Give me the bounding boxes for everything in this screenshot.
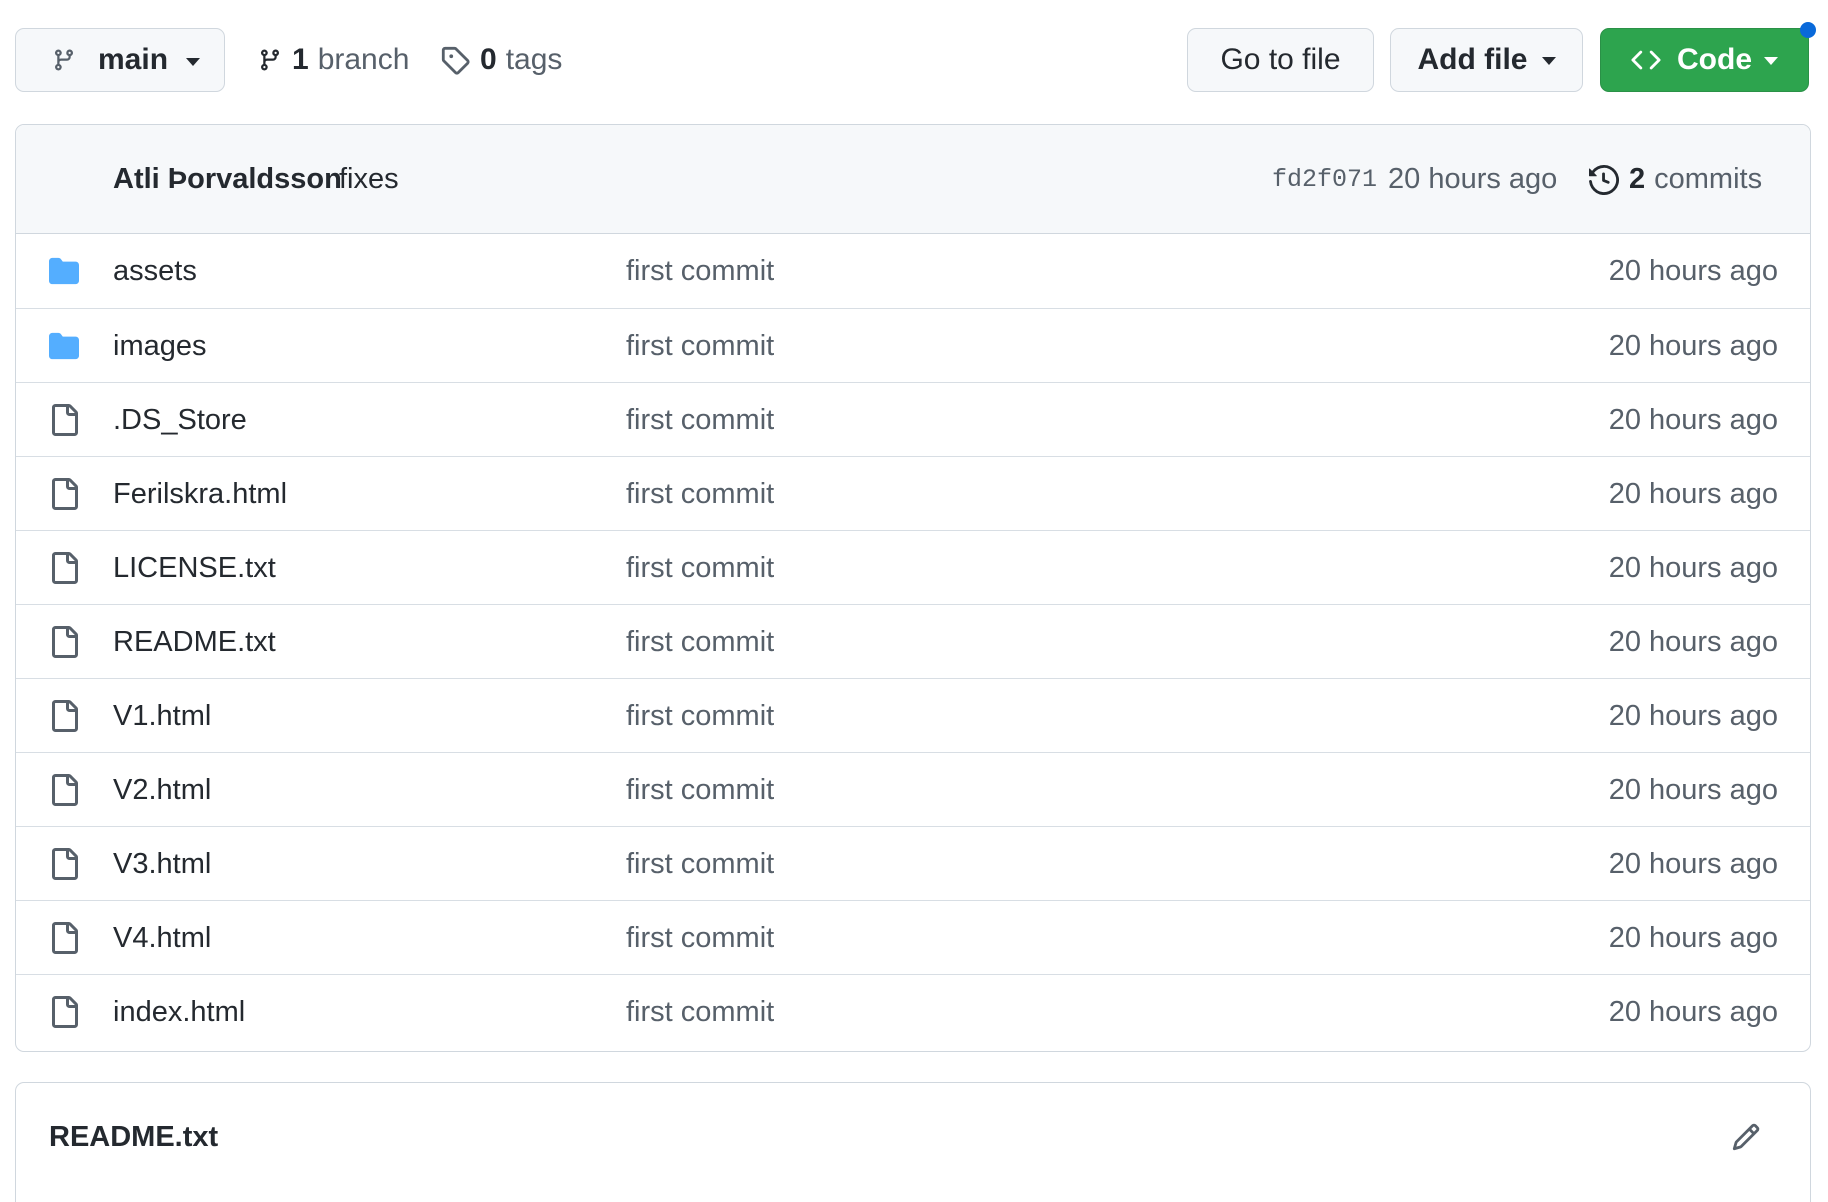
branches-link[interactable]: 1 branch	[258, 28, 409, 92]
file-icon	[48, 753, 80, 827]
file-icon	[48, 605, 80, 679]
commit-time: 20 hours ago	[1388, 163, 1558, 195]
file-icon	[48, 383, 80, 457]
file-icon	[48, 827, 80, 901]
branch-name: main	[98, 43, 169, 76]
file-commit-message-link[interactable]: first commit	[626, 605, 774, 679]
pencil-icon[interactable]	[1728, 1119, 1764, 1155]
history-icon	[1589, 164, 1619, 195]
code-button[interactable]: Code	[1600, 28, 1809, 92]
file-list-box: Atli Þorvaldsson fixes fd2f071 20 hours …	[15, 124, 1811, 1052]
file-commit-message-link[interactable]: first commit	[626, 531, 774, 605]
file-name-link[interactable]: LICENSE.txt	[113, 531, 276, 605]
file-commit-time: 20 hours ago	[1608, 847, 1778, 880]
file-commit-time: 20 hours ago	[1608, 625, 1778, 658]
file-commit-time: 20 hours ago	[1608, 995, 1778, 1028]
file-row[interactable]: V2.html first commit 20 hours ago	[16, 752, 1810, 826]
code-icon	[1631, 45, 1661, 75]
file-commit-message-link[interactable]: first commit	[626, 975, 774, 1049]
file-row[interactable]: index.html first commit 20 hours ago	[16, 974, 1810, 1048]
file-commit-time: 20 hours ago	[1608, 773, 1778, 806]
file-name-link[interactable]: .DS_Store	[113, 383, 247, 457]
file-name-link[interactable]: V3.html	[113, 827, 211, 901]
branch-count: 1	[292, 43, 309, 76]
file-commit-message-link[interactable]: first commit	[626, 234, 774, 308]
file-commit-time: 20 hours ago	[1608, 254, 1778, 287]
file-commit-message-link[interactable]: first commit	[626, 383, 774, 457]
file-row[interactable]: images first commit 20 hours ago	[16, 308, 1810, 382]
folder-icon	[48, 234, 80, 308]
file-rows: assets first commit 20 hours ago images firs…	[16, 234, 1810, 1048]
folder-icon	[48, 309, 80, 383]
tags-link[interactable]: 0 tags	[440, 28, 562, 92]
file-commit-message-link[interactable]: first commit	[626, 827, 774, 901]
tag-count-label: tags	[505, 43, 563, 76]
chevron-down-icon	[186, 58, 201, 66]
file-commit-message-link[interactable]: first commit	[626, 753, 774, 827]
file-row[interactable]: V1.html first commit 20 hours ago	[16, 678, 1810, 752]
file-commit-time: 20 hours ago	[1608, 329, 1778, 362]
repo-view: main 1 branch 0 tags Go to file Add file	[0, 0, 1828, 1202]
git-branch-icon	[52, 46, 76, 74]
go-to-file-label: Go to file	[1220, 43, 1341, 76]
tag-count: 0	[480, 43, 497, 76]
file-commit-time: 20 hours ago	[1608, 699, 1778, 732]
chevron-down-icon	[1764, 57, 1778, 65]
commit-message-link[interactable]: fixes	[339, 125, 399, 234]
file-icon	[48, 975, 80, 1049]
file-commit-message-link[interactable]: first commit	[626, 457, 774, 531]
file-name-link[interactable]: V4.html	[113, 901, 211, 975]
code-label: Code	[1677, 43, 1752, 76]
go-to-file-button[interactable]: Go to file	[1187, 28, 1374, 92]
commits-link[interactable]: 2 commits	[1589, 125, 1762, 234]
file-icon	[48, 679, 80, 753]
file-commit-time: 20 hours ago	[1608, 403, 1778, 436]
file-icon	[48, 457, 80, 531]
tag-icon	[440, 45, 470, 75]
file-row[interactable]: assets first commit 20 hours ago	[16, 234, 1810, 308]
file-name-link[interactable]: V2.html	[113, 753, 211, 827]
file-name-link[interactable]: Ferilskra.html	[113, 457, 287, 531]
file-commit-message-link[interactable]: first commit	[626, 309, 774, 383]
file-row[interactable]: Ferilskra.html first commit 20 hours ago	[16, 456, 1810, 530]
file-commit-time: 20 hours ago	[1608, 551, 1778, 584]
commits-label: commits	[1654, 163, 1763, 195]
file-commit-time: 20 hours ago	[1608, 921, 1778, 954]
file-name-link[interactable]: images	[113, 309, 207, 383]
file-name-link[interactable]: assets	[113, 234, 197, 308]
notification-dot	[1800, 22, 1816, 38]
file-row[interactable]: .DS_Store first commit 20 hours ago	[16, 382, 1810, 456]
file-row[interactable]: V3.html first commit 20 hours ago	[16, 826, 1810, 900]
latest-commit-bar: Atli Þorvaldsson fixes fd2f071 20 hours …	[16, 125, 1810, 234]
readme-title: README.txt	[49, 1121, 219, 1153]
add-file-button[interactable]: Add file	[1390, 28, 1583, 92]
file-name-link[interactable]: README.txt	[113, 605, 276, 679]
chevron-down-icon	[1541, 57, 1556, 65]
branch-count-label: branch	[317, 43, 410, 76]
commit-author-link[interactable]: Atli Þorvaldsson	[113, 125, 342, 234]
file-name-link[interactable]: index.html	[113, 975, 245, 1049]
file-icon	[48, 901, 80, 975]
commits-count: 2	[1629, 163, 1646, 195]
readme-box: README.txt	[15, 1082, 1811, 1202]
file-icon	[48, 531, 80, 605]
file-name-link[interactable]: V1.html	[113, 679, 211, 753]
file-row[interactable]: V4.html first commit 20 hours ago	[16, 900, 1810, 974]
file-commit-time: 20 hours ago	[1608, 477, 1778, 510]
branch-select-button[interactable]: main	[15, 28, 225, 92]
repo-toolbar: main 1 branch 0 tags Go to file Add file	[0, 0, 1828, 120]
file-commit-message-link[interactable]: first commit	[626, 901, 774, 975]
file-row[interactable]: README.txt first commit 20 hours ago	[16, 604, 1810, 678]
file-row[interactable]: LICENSE.txt first commit 20 hours ago	[16, 530, 1810, 604]
add-file-label: Add file	[1417, 43, 1528, 76]
file-commit-message-link[interactable]: first commit	[626, 679, 774, 753]
commit-sha-link[interactable]: fd2f071	[1272, 125, 1377, 234]
git-branch-icon	[258, 46, 282, 74]
